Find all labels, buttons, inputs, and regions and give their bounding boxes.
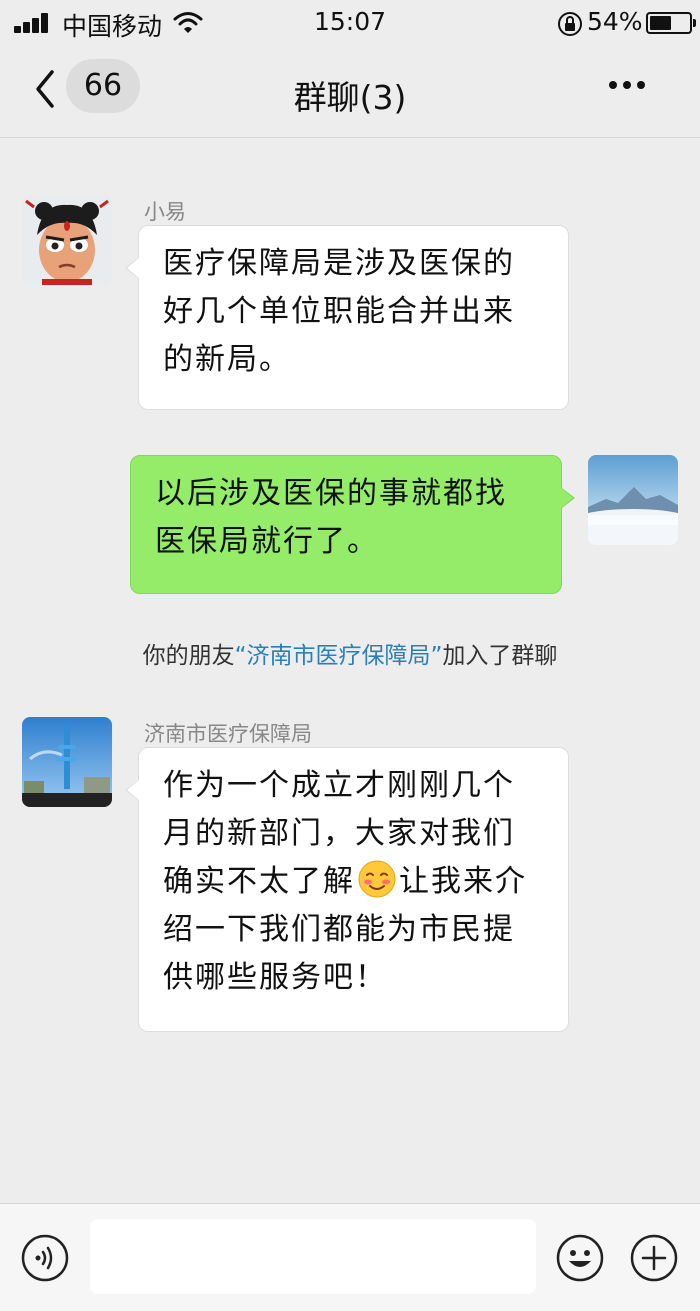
message-bubble[interactable]: 作为一个成立才刚刚几个月的新部门，大家对我们确实不太了解 让我来介绍一下我们都能… bbox=[125, 747, 569, 1032]
avatar-jinan-medical-bureau[interactable] bbox=[22, 717, 112, 807]
status-bar: 中国移动 15:07 54% bbox=[0, 0, 700, 48]
system-message: 你的朋友“济南市医疗保障局”加入了群聊 bbox=[0, 636, 700, 670]
message-bubble-self[interactable]: 以后涉及医保的事就都找医保局就行了。 bbox=[130, 455, 575, 594]
input-bar bbox=[0, 1203, 700, 1311]
avatar-self[interactable] bbox=[588, 455, 678, 545]
avatar-xiaoyi[interactable] bbox=[22, 195, 112, 285]
emoji-icon[interactable] bbox=[555, 1233, 605, 1283]
more-icon[interactable] bbox=[605, 81, 649, 91]
system-message-suffix: 加入了群聊 bbox=[442, 643, 558, 669]
message-bubble[interactable]: 医疗保障局是涉及医保的好几个单位职能合并出来的新局。 bbox=[125, 225, 569, 410]
sender-name: 济南市医疗保障局 bbox=[144, 722, 312, 746]
battery-level-fill bbox=[650, 16, 671, 30]
sender-name: 小易 bbox=[144, 200, 186, 224]
lock-rotation-icon bbox=[558, 12, 582, 36]
friend-name-link[interactable]: “济南市医疗保障局” bbox=[235, 643, 443, 669]
message-input[interactable] bbox=[90, 1219, 536, 1294]
system-message-prefix: 你的朋友 bbox=[142, 643, 235, 669]
plus-icon[interactable] bbox=[629, 1233, 679, 1283]
blushing-emoji-icon bbox=[358, 860, 396, 898]
voice-icon[interactable] bbox=[20, 1233, 70, 1283]
nav-bar: 66 群聊(3) bbox=[0, 48, 700, 138]
battery-percent: 54% bbox=[587, 7, 643, 36]
chat-title: 群聊(3) bbox=[293, 78, 407, 117]
message-text: 以后涉及医保的事就都找医保局就行了。 bbox=[155, 476, 507, 559]
battery-icon bbox=[646, 12, 696, 34]
message-text: 医疗保障局是涉及医保的好几个单位职能合并出来的新局。 bbox=[163, 246, 515, 377]
